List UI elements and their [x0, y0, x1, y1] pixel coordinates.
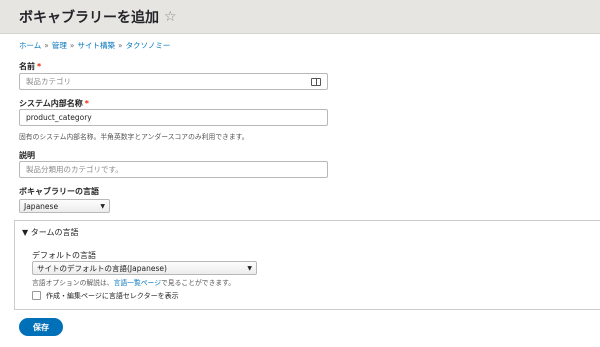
default-language-label: デフォルトの言語: [32, 251, 96, 260]
machine-name-label-text: システム内部名称: [19, 99, 83, 108]
language-label: ボキャブラリーの言語: [19, 187, 99, 196]
name-placeholder: 製品カテゴリ: [26, 77, 71, 86]
language-list-link[interactable]: 言語一覧ページ: [114, 279, 161, 287]
breadcrumb-separator: »: [69, 41, 75, 50]
default-language-selected: サイトのデフォルトの言語(Japanese): [37, 263, 167, 273]
term-language-summary[interactable]: ▼ タームの言語: [22, 227, 78, 238]
language-select[interactable]: Japanese ▼: [19, 199, 110, 213]
save-button[interactable]: 保存: [19, 318, 63, 336]
page-title: ボキャブラリーを追加: [19, 9, 159, 26]
chevron-down-icon: ▼: [247, 264, 252, 272]
page-header: ボキャブラリーを追加 ☆: [0, 0, 600, 34]
machine-name-description: 固有のシステム内部名称。半角英数字とアンダースコアのみ利用できます。: [19, 133, 249, 141]
name-input[interactable]: 製品カテゴリ: [19, 73, 328, 90]
language-help-prefix: 言語オプションの解説は、: [32, 279, 114, 287]
breadcrumb-home[interactable]: ホーム: [19, 41, 41, 50]
breadcrumb-structure[interactable]: サイト構築: [77, 41, 115, 50]
default-language-select[interactable]: サイトのデフォルトの言語(Japanese) ▼: [32, 261, 257, 275]
description-input[interactable]: 製品分類用のカテゴリです。: [19, 161, 328, 178]
required-marker: *: [37, 62, 42, 71]
star-icon[interactable]: ☆: [164, 9, 177, 25]
language-help-text: 言語オプションの解説は、言語一覧ページで見ることができます。: [32, 277, 235, 287]
machine-name-input[interactable]: product_category: [19, 109, 328, 126]
description-placeholder: 製品分類用のカテゴリです。: [26, 165, 123, 174]
machine-name-label: システム内部名称 *: [19, 98, 89, 109]
breadcrumb-separator: »: [117, 41, 123, 50]
breadcrumb-separator: »: [44, 41, 49, 50]
required-marker: *: [84, 99, 89, 108]
book-icon[interactable]: [311, 77, 321, 86]
name-label: 名前 *: [19, 61, 41, 72]
term-language-details: ▼ タームの言語 デフォルトの言語 サイトのデフォルトの言語(Japanese)…: [14, 220, 600, 310]
description-label: 説明: [19, 151, 35, 160]
machine-name-value: product_category: [26, 113, 92, 122]
breadcrumb-admin[interactable]: 管理: [52, 41, 67, 50]
name-label-text: 名前: [19, 62, 35, 71]
language-selector-label: 作成・編集ページに言語セレクターを表示: [46, 292, 179, 300]
language-selected: Japanese: [24, 201, 59, 211]
chevron-down-icon: ▼: [100, 202, 105, 210]
language-selector-checkbox[interactable]: [32, 291, 41, 300]
breadcrumb: ホーム» 管理» サイト構築» タクソノミー: [19, 40, 170, 51]
breadcrumb-taxonomy[interactable]: タクソノミー: [126, 41, 171, 50]
language-help-suffix: で見ることができます。: [161, 279, 236, 287]
